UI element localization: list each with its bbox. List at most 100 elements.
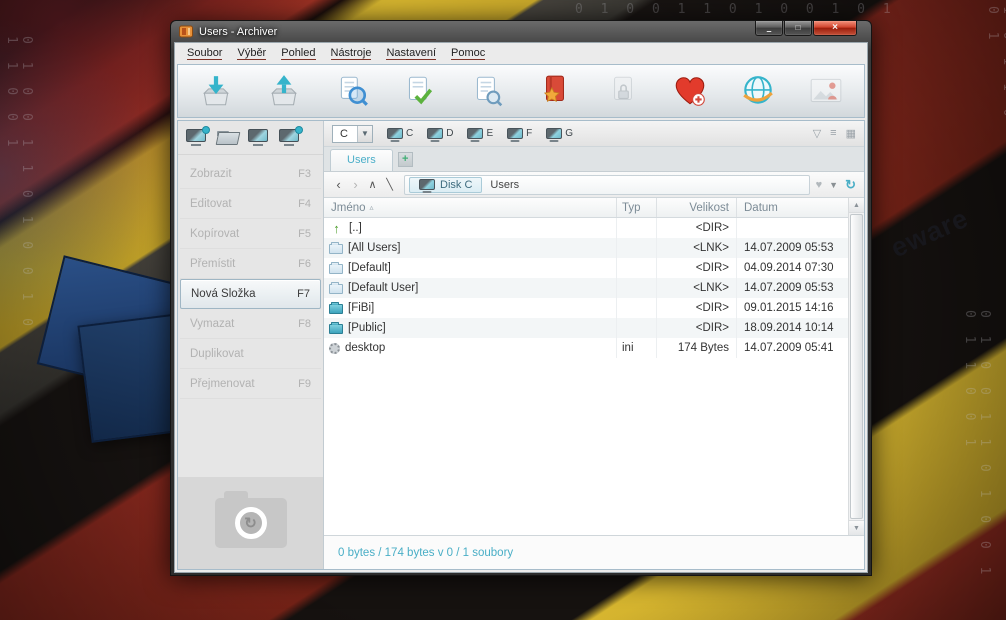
archiver-window: Users - Archiver – □ × Soubor Výběr Pohl… (170, 20, 872, 576)
favorites-icon[interactable]: ♥ (816, 179, 823, 191)
preview-placeholder-icon: ↻ (215, 498, 287, 548)
pack-box-icon[interactable] (262, 68, 306, 114)
table-row[interactable]: [All Users] <LNK> 14.07.2009 05:53 (324, 238, 848, 258)
file-icon (329, 264, 343, 274)
table-row[interactable]: [FiBi] <DIR> 09.01.2015 14:16 (324, 298, 848, 318)
sidebar-action-button[interactable]: Duplikovat (180, 339, 321, 369)
drive-select[interactable]: C ▼ (332, 125, 373, 143)
table-row[interactable]: [Default User] <LNK> 14.07.2009 05:53 (324, 278, 848, 298)
titlebar[interactable]: Users - Archiver – □ × (174, 21, 868, 42)
sidebar-action-button[interactable]: Zobrazit F3 (180, 159, 321, 189)
file-size: <LNK> (656, 238, 736, 258)
scroll-up-icon[interactable]: ▲ (849, 198, 864, 213)
file-size: 174 Bytes (656, 338, 736, 358)
action-label: Nová Složka (191, 288, 256, 300)
path-bar[interactable]: Disk C Users (404, 175, 810, 195)
column-header-date[interactable]: Datum (736, 198, 848, 217)
menu-item[interactable]: Pomoc (451, 47, 485, 59)
file-type (616, 218, 656, 238)
list-view-icon[interactable]: ≡ (830, 127, 836, 140)
preview-panel: ↻ (178, 477, 323, 569)
binary-pattern: 0 1 0 0 1 1 0 1 0 0 1 0 1 1 0 0 1 (4, 36, 34, 336)
path-segment[interactable]: Users (490, 179, 519, 191)
file-size: <DIR> (656, 258, 736, 278)
action-shortcut: F7 (297, 288, 310, 300)
drive-button[interactable]: C (387, 128, 413, 139)
sidebar-action-button[interactable]: Kopírovat F5 (180, 219, 321, 249)
menu-item[interactable]: Soubor (187, 47, 222, 59)
sidebar-action-button[interactable]: Editovat F4 (180, 189, 321, 219)
column-header-type[interactable]: Typ (616, 198, 656, 217)
document-check-icon[interactable] (397, 68, 441, 114)
scroll-down-icon[interactable]: ▼ (849, 520, 864, 535)
drive-icon (427, 128, 443, 139)
menu-item[interactable]: Nastavení (386, 47, 436, 59)
column-header-name[interactable]: Jméno ▵ (324, 198, 616, 217)
drive-letter: D (446, 128, 453, 139)
file-date: 14.07.2009 05:53 (736, 238, 848, 258)
minimize-button[interactable]: – (755, 21, 783, 36)
app-icon (179, 25, 193, 38)
drive-icon (387, 128, 403, 139)
tab-users[interactable]: Users (330, 149, 393, 171)
drive-select-value: C (333, 126, 357, 142)
add-tab-button[interactable]: + (398, 152, 413, 167)
sidebar-action-button[interactable]: Přejmenovat F9 (180, 369, 321, 399)
document-search-icon[interactable] (330, 68, 374, 114)
back-button[interactable]: ‹ (330, 177, 347, 192)
sidebar-action-button[interactable]: Nová Složka F7 (180, 279, 321, 309)
drive-button[interactable]: D (427, 128, 453, 139)
sidebar-action-button[interactable]: Přemístit F6 (180, 249, 321, 279)
tab-bar: Users + (324, 147, 864, 172)
heart-plus-icon[interactable] (668, 68, 712, 114)
file-icon (329, 343, 340, 354)
table-row[interactable]: [..] <DIR> (324, 218, 848, 238)
filter-icon[interactable]: ▽ (813, 127, 821, 140)
refresh-icon[interactable]: ↻ (845, 177, 856, 193)
drive-button[interactable]: E (467, 128, 493, 139)
chevron-down-icon[interactable]: ▼ (829, 180, 838, 190)
file-date (736, 218, 848, 238)
window-body: Zobrazit F3 Editovat F4 Kopírovat F5 (177, 120, 865, 570)
file-date: 14.07.2009 05:41 (736, 338, 848, 358)
column-header-size[interactable]: Velikost (656, 198, 736, 217)
navigation-bar: ‹ › ∧ ╲ Disk C Users ♥ ▼ ↻ (324, 172, 864, 198)
sidebar-action-button[interactable]: Vymazat F8 (180, 309, 321, 339)
close-button[interactable]: × (813, 21, 857, 36)
computer-add-icon[interactable] (186, 129, 208, 145)
action-label: Editovat (190, 198, 232, 210)
file-date: 09.01.2015 14:16 (736, 298, 848, 318)
maximize-button[interactable]: □ (784, 21, 812, 36)
drive-button[interactable]: F (507, 128, 532, 139)
file-size: <LNK> (656, 278, 736, 298)
chevron-down-icon[interactable]: ▼ (357, 126, 372, 142)
computer-badge-icon[interactable] (279, 129, 301, 145)
vertical-scrollbar[interactable]: ▲ ▼ (848, 198, 864, 535)
table-row[interactable]: [Public] <DIR> 18.09.2014 10:14 (324, 318, 848, 338)
root-button[interactable]: ╲ (381, 178, 398, 191)
drive-icon (467, 128, 483, 139)
sidebar: Zobrazit F3 Editovat F4 Kopírovat F5 (178, 121, 324, 569)
folder-open-icon[interactable] (217, 130, 239, 145)
document-lock-icon[interactable] (601, 68, 645, 114)
grid-view-icon[interactable]: ▦ (846, 127, 856, 140)
disk-breadcrumb[interactable]: Disk C (409, 177, 482, 193)
table-row[interactable]: [Default] <DIR> 04.09.2014 07:30 (324, 258, 848, 278)
menu-item[interactable]: Pohled (281, 47, 315, 59)
file-date: 14.07.2009 05:53 (736, 278, 848, 298)
scrollbar-thumb[interactable] (850, 214, 863, 519)
file-name: [Public] (348, 322, 386, 334)
table-row[interactable]: desktop ini 174 Bytes 14.07.2009 05:41 (324, 338, 848, 358)
file-type (616, 278, 656, 298)
up-button[interactable]: ∧ (364, 178, 381, 191)
computer-icon[interactable] (248, 129, 270, 145)
menu-item[interactable]: Výběr (237, 47, 266, 59)
unpack-box-icon[interactable] (194, 68, 238, 114)
drive-button[interactable]: G (546, 128, 573, 139)
globe-icon[interactable] (736, 68, 780, 114)
document-star-icon[interactable] (533, 68, 577, 114)
document-preview-icon[interactable] (465, 68, 509, 114)
menu-item[interactable]: Nástroje (331, 47, 372, 59)
photo-viewer-icon[interactable] (804, 68, 848, 114)
forward-button[interactable]: › (347, 177, 364, 192)
